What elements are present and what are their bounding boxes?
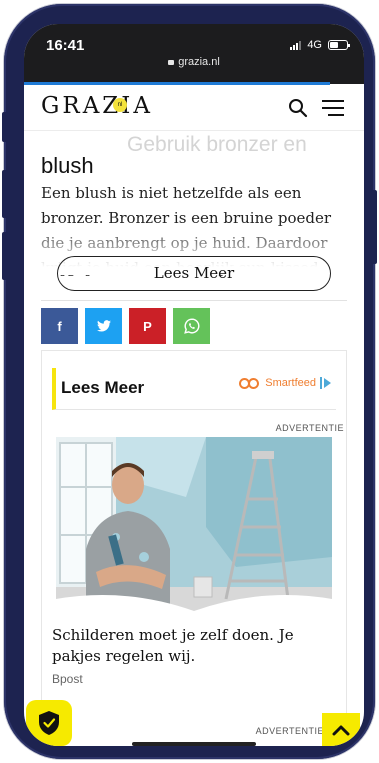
- whatsapp-share-button[interactable]: [173, 308, 210, 344]
- sticky-heading-overlay: Gebruik bronzer en: [127, 133, 307, 156]
- share-bar: f P: [41, 308, 217, 344]
- twitter-icon: [96, 320, 111, 332]
- pinterest-icon: P: [143, 318, 152, 334]
- ad-source: Bpost: [52, 672, 83, 686]
- facebook-share-button[interactable]: f: [41, 308, 78, 344]
- status-indicators: 4G: [290, 39, 350, 51]
- url-text: grazia.nl: [178, 56, 220, 68]
- advertisement-label-bottom: ADVERTENTIE: [255, 726, 324, 736]
- pinterest-share-button[interactable]: P: [129, 308, 166, 344]
- volume-up-button: [2, 170, 8, 218]
- url-bar[interactable]: grazia.nl: [24, 56, 364, 68]
- network-label: 4G: [307, 39, 322, 51]
- whatsapp-icon: [183, 318, 199, 334]
- smartfeed-brand[interactable]: Smartfeed: [239, 377, 332, 389]
- logo-suffix-badge: nl: [113, 98, 127, 112]
- read-more-button[interactable]: Lees Meer: [57, 256, 331, 291]
- smartfeed-header: Lees Meer Smartfeed: [52, 368, 336, 410]
- search-icon[interactable]: [288, 98, 308, 118]
- chevron-up-icon: [332, 725, 350, 736]
- ad-caption[interactable]: Schilderen moet je zelf doen. Je pakjes …: [52, 625, 336, 667]
- phone-screen: 16:41 4G grazia.nl GRAZIA nl Gebruik bro…: [24, 24, 364, 746]
- outbrain-logo-icon: [239, 377, 261, 389]
- facebook-icon: f: [57, 318, 62, 334]
- section-heading: blush: [41, 153, 94, 178]
- twitter-share-button[interactable]: [85, 308, 122, 344]
- shield-icon: [39, 711, 59, 735]
- divider: [41, 300, 347, 301]
- smartfeed-widget: Lees Meer Smartfeed ADVERTENTIE Schilder…: [41, 350, 347, 746]
- lock-icon: [168, 60, 175, 65]
- status-bar: 16:41 4G grazia.nl: [24, 24, 364, 85]
- advertisement-label: ADVERTENTIE: [275, 423, 344, 433]
- smartfeed-title: Lees Meer: [61, 378, 145, 397]
- menu-icon[interactable]: [322, 100, 344, 116]
- ad-image[interactable]: [56, 437, 332, 611]
- volume-down-button: [2, 232, 8, 280]
- mute-switch: [2, 112, 8, 142]
- smartfeed-brand-label: Smartfeed: [265, 377, 316, 389]
- power-button: [371, 190, 377, 264]
- site-header: GRAZIA nl: [24, 85, 364, 131]
- home-indicator: [132, 742, 256, 746]
- site-logo[interactable]: GRAZIA: [41, 93, 153, 119]
- signal-icon: [290, 40, 302, 50]
- battery-icon: [328, 40, 350, 50]
- scroll-to-top-button[interactable]: [322, 713, 360, 746]
- privacy-shield-button[interactable]: [26, 700, 72, 746]
- status-time: 16:41: [46, 37, 85, 54]
- adchoices-icon[interactable]: [320, 377, 332, 389]
